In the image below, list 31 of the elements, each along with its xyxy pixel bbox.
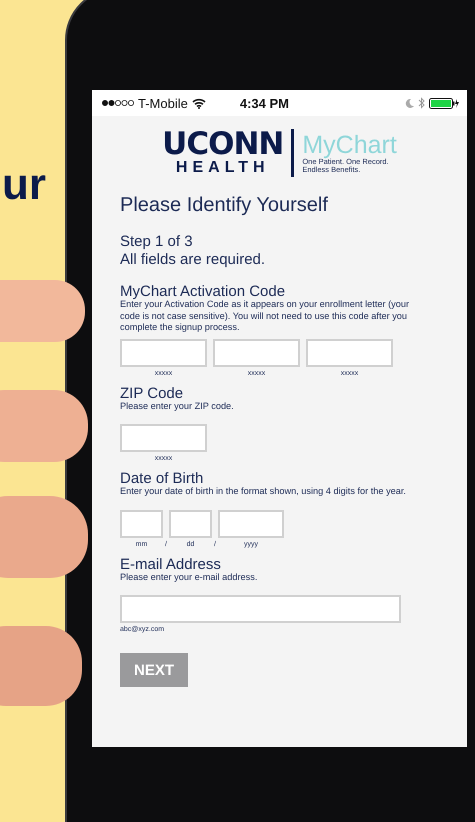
product-name: MyChart (302, 132, 397, 158)
clock-time: 4:34 PM (240, 96, 289, 110)
section-title: MyChart Activation Code (120, 284, 286, 299)
section-title: E-mail Address (120, 556, 222, 572)
input-field[interactable] (218, 510, 284, 538)
input-field[interactable] (169, 510, 212, 538)
logo-wordmark: UCONN (162, 129, 284, 159)
moon-icon (405, 98, 414, 108)
wifi-icon (192, 98, 206, 108)
page-title: Please Identify Yourself (120, 194, 329, 217)
battery-icon (429, 98, 459, 108)
input-field[interactable] (120, 338, 207, 366)
input-field[interactable] (213, 338, 300, 366)
help-text: Enter your date of birth in the format shown, using 4 digits for the year. (120, 486, 407, 498)
input-field[interactable] (120, 510, 163, 538)
carrier-name: T-Mobile (138, 96, 188, 110)
help-text: Enter your Activation Code as it appears on your enrollment letter (your code is not case sensitive). You will not need to use this code after you complete the signup process. (120, 299, 410, 334)
section-title: ZIP Code (120, 386, 184, 400)
input-field[interactable] (306, 338, 393, 366)
input-field[interactable] (120, 424, 207, 452)
step-indicator: Step 1 of 3 (120, 233, 194, 251)
signal-icon (102, 100, 134, 106)
logo-subline: HEALTH (176, 159, 270, 177)
help-text: Please enter your ZIP code. (120, 400, 235, 412)
help-text: Please enter your e-mail address. (120, 572, 258, 583)
input-field[interactable] (120, 595, 401, 623)
headline-fragment: ur (2, 160, 47, 210)
required-note: All fields are required. (120, 251, 266, 269)
bluetooth-icon (418, 97, 425, 109)
section-title: Date of Birth (120, 471, 204, 486)
logo-divider (291, 129, 294, 177)
